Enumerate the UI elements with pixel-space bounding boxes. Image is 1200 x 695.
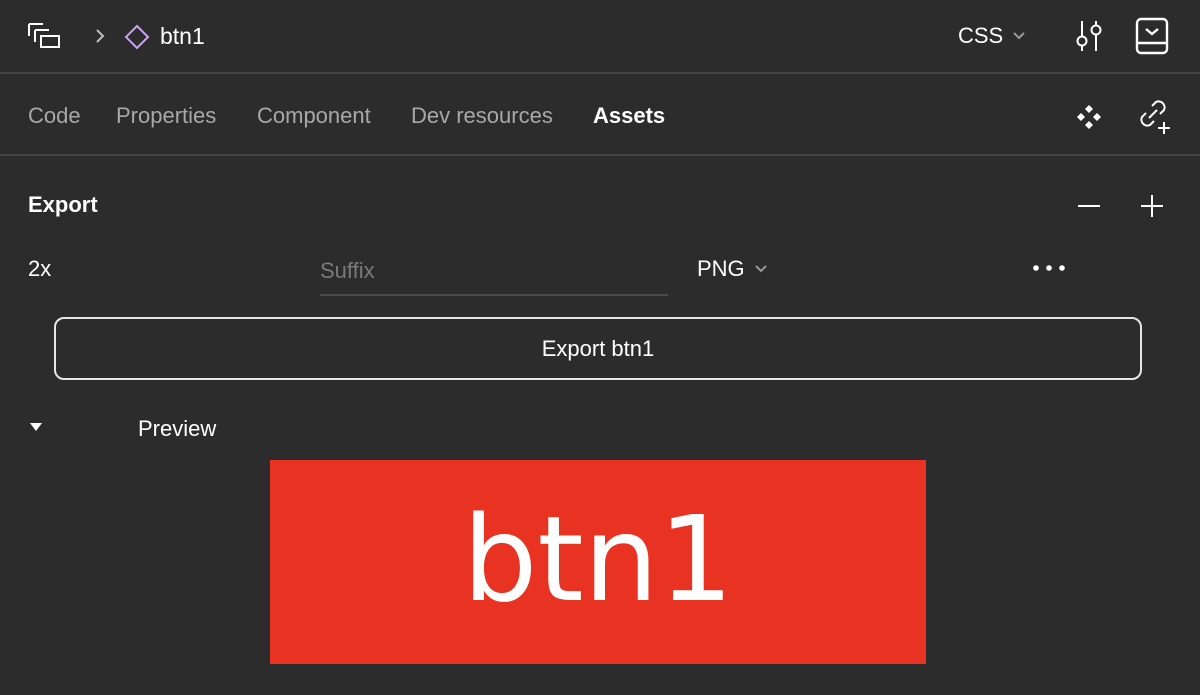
export-scale-select[interactable]: 2x (28, 256, 51, 282)
format-label: PNG (697, 256, 745, 281)
tab-bar: Code Properties Component Dev resources … (0, 76, 1200, 156)
minus-icon[interactable] (1075, 192, 1103, 220)
tab-properties[interactable]: Properties (116, 103, 216, 129)
instances-icon[interactable] (1075, 103, 1103, 131)
tab-component[interactable]: Component (257, 103, 371, 129)
caret-down-icon[interactable] (29, 422, 43, 432)
language-label: CSS (958, 23, 1004, 48)
export-section-title: Export (28, 192, 98, 217)
top-bar: btn1 CSS (0, 0, 1200, 74)
breadcrumb-component-name[interactable]: btn1 (160, 22, 205, 50)
chevron-right-icon (96, 29, 105, 43)
tab-dev-resources[interactable]: Dev resources (411, 103, 553, 129)
preview-toggle-label[interactable]: Preview (138, 416, 216, 442)
more-horizontal-icon[interactable] (1030, 262, 1068, 274)
language-select[interactable]: CSS (958, 20, 1026, 52)
suffix-input[interactable] (320, 248, 668, 296)
tab-code[interactable]: Code (28, 103, 81, 129)
export-button[interactable]: Export btn1 (54, 317, 1142, 380)
format-select[interactable]: PNG (697, 254, 768, 284)
layers-icon[interactable] (26, 20, 62, 52)
preview-image: btn1 (270, 460, 926, 664)
link-add-icon[interactable] (1132, 96, 1174, 138)
plus-icon[interactable] (1138, 192, 1166, 220)
chevron-down-icon (1013, 32, 1025, 40)
panel-collapse-icon[interactable] (1135, 17, 1169, 55)
tab-assets[interactable]: Assets (593, 103, 665, 129)
component-diamond-icon (124, 24, 150, 50)
chevron-down-icon (754, 265, 767, 273)
sliders-icon[interactable] (1074, 18, 1104, 54)
preview-image-text: btn1 (462, 490, 734, 628)
